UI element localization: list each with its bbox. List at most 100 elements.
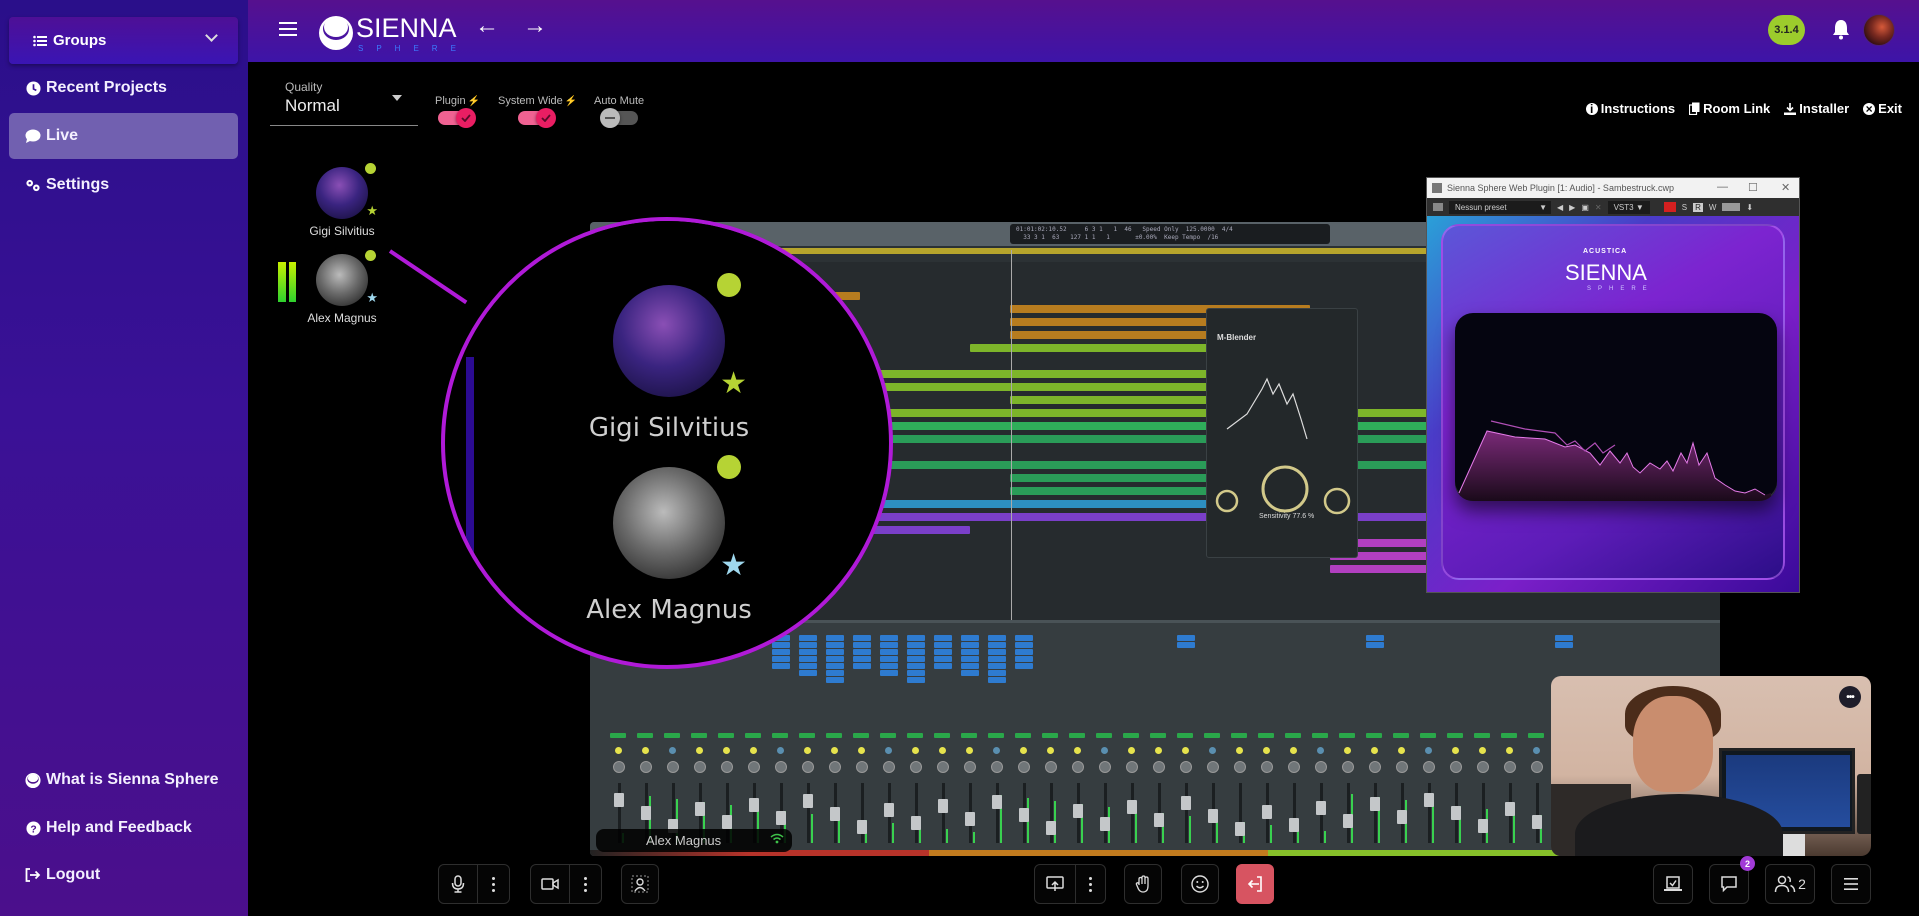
more-options-button[interactable]: ••• [1839, 686, 1861, 708]
star-icon: ★ [720, 549, 747, 582]
installer-link[interactable]: Installer [1784, 101, 1849, 116]
logout-icon [25, 867, 41, 883]
plugin-toolbar: Nessun preset ▼ ◀ ▶ ▣ ✕ VST3 ▼ S R W ⬇ [1427, 198, 1799, 216]
mixer-channel-strip [1015, 635, 1033, 670]
plugin-window[interactable]: Sienna Sphere Web Plugin [1: Audio] - Sa… [1426, 177, 1800, 593]
camera-control[interactable] [530, 864, 602, 904]
app-icon [1432, 183, 1442, 193]
format-select[interactable]: VST3 ▼ [1607, 200, 1650, 214]
m-blender-plugin: M-Blender Sensitivity 77.6 % [1206, 308, 1358, 558]
participant-avatar: ★ [613, 455, 747, 582]
quality-select[interactable]: Quality Normal [270, 78, 418, 126]
video-tile[interactable]: ••• [1551, 676, 1871, 856]
sidebar-item-help[interactable]: ? Help and Feedback [9, 805, 238, 851]
hamburger-icon [1844, 878, 1858, 890]
pin-icon[interactable]: ⬇ [1746, 203, 1753, 212]
save-icon[interactable]: ▣ [1581, 203, 1589, 212]
users-icon [1774, 875, 1796, 893]
plugin-window-titlebar[interactable]: Sienna Sphere Web Plugin [1: Audio] - Sa… [1427, 178, 1799, 198]
camera-options-button[interactable] [569, 865, 601, 903]
plugin-toggle-label: Plugin [435, 95, 466, 107]
keyboard-icon[interactable] [1722, 203, 1741, 211]
star-icon: ★ [366, 203, 378, 218]
mixer-channel-strip [799, 635, 817, 677]
participant-alex[interactable]: ★ Alex Magnus [292, 250, 392, 325]
participant-name: Gigi Silvitius [309, 224, 375, 238]
menu-icon[interactable] [1433, 203, 1443, 211]
solo-button[interactable]: S [1682, 203, 1687, 212]
participants-button[interactable]: 2 [1765, 864, 1815, 904]
prev-preset-icon[interactable]: ◀ [1557, 203, 1563, 212]
reactions-button[interactable] [1181, 864, 1219, 904]
question-circle-icon: ? [25, 820, 41, 836]
sienna-logo-icon [319, 16, 353, 50]
background-blur-button[interactable] [621, 864, 659, 904]
auto-mute-toggle[interactable] [600, 108, 638, 128]
room-link-button[interactable]: Room Link [1689, 101, 1770, 116]
maximize-icon[interactable]: ☐ [1748, 181, 1758, 194]
plug-icon: ⚡ [467, 96, 481, 107]
exit-link[interactable]: × Exit [1863, 101, 1902, 116]
plugin-toggle[interactable] [438, 108, 476, 128]
sidebar-item-label: What is Sienna Sphere [46, 771, 219, 788]
mixer-channel-strip [1555, 635, 1573, 649]
auto-mute-toggle-label: Auto Mute [594, 95, 645, 107]
plugin-ui: ACUSTICA SIENNA SPHERE [1427, 216, 1799, 592]
raise-hand-button[interactable] [1124, 864, 1162, 904]
check-icon [541, 114, 551, 122]
more-menu-button[interactable] [1831, 864, 1871, 904]
groups-dropdown[interactable]: Groups [9, 17, 238, 64]
bypass-icon[interactable] [1663, 202, 1676, 212]
sidebar: Groups Recent Projects Live Settings Wha… [0, 0, 248, 916]
read-button[interactable]: R [1693, 202, 1703, 212]
whiteboard-button[interactable] [1653, 864, 1693, 904]
screen-share-icon [1046, 876, 1064, 891]
laptop-check-icon [1664, 876, 1682, 891]
kebab-icon [584, 876, 587, 892]
mixer-channel-strip [853, 635, 871, 670]
minimize-icon[interactable]: — [1717, 181, 1728, 193]
sidebar-item-label: Help and Feedback [46, 819, 192, 836]
version-badge[interactable]: 3.1.4 [1768, 15, 1805, 45]
sidebar-item-logout[interactable]: Logout [9, 852, 238, 898]
preset-select[interactable]: Nessun preset ▼ [1449, 200, 1551, 214]
star-icon: ★ [720, 367, 747, 400]
zoom-lens-overlay: ★ Gigi Silvitius ★ Alex Magnus [441, 217, 893, 669]
close-icon[interactable]: ✕ [1781, 181, 1790, 194]
user-avatar[interactable] [1863, 14, 1895, 46]
next-preset-icon[interactable]: ▶ [1569, 203, 1575, 212]
microphone-options-button[interactable] [477, 865, 509, 903]
instructions-link[interactable]: i Instructions [1585, 101, 1675, 116]
sidebar-item-settings[interactable]: Settings [9, 162, 238, 208]
system-wide-toggle[interactable] [518, 108, 556, 128]
screen-share-options-button[interactable] [1075, 865, 1105, 903]
chevron-down-icon [205, 29, 218, 42]
participant-avatar: ★ [316, 163, 378, 219]
microphone-control[interactable] [438, 864, 510, 904]
sidebar-item-recent-projects[interactable]: Recent Projects [9, 65, 238, 111]
mixer-channel-strip [1177, 635, 1195, 649]
online-status-dot [717, 455, 741, 479]
auto-mute-toggle-group: Auto Mute [594, 95, 645, 128]
sidebar-item-what-is-sienna[interactable]: What is Sienna Sphere [9, 757, 238, 803]
write-button[interactable]: W [1709, 203, 1717, 212]
mixer-channel-strip [907, 635, 925, 684]
forward-arrow-icon[interactable]: → [523, 12, 547, 40]
mixer-channel-strip [826, 635, 844, 684]
microphone-button[interactable] [439, 865, 477, 903]
screen-share-control[interactable] [1034, 864, 1106, 904]
menu-toggle-icon[interactable] [279, 22, 297, 36]
top-links: i Instructions Room Link Installer × Exi… [1585, 101, 1902, 116]
camera-button[interactable] [531, 865, 569, 903]
leave-button[interactable] [1236, 864, 1274, 904]
delete-icon[interactable]: ✕ [1595, 203, 1602, 212]
bell-icon[interactable] [1831, 18, 1853, 42]
screen-share-button[interactable] [1035, 865, 1075, 903]
participant-gigi[interactable]: ★ Gigi Silvitius [292, 163, 392, 238]
quality-label: Quality [285, 80, 323, 94]
check-icon [461, 114, 471, 122]
svg-text:?: ? [30, 824, 36, 835]
back-arrow-icon[interactable]: ← [475, 12, 499, 40]
sidebar-item-live[interactable]: Live [9, 113, 238, 159]
spectrum-graph [1458, 420, 1771, 501]
